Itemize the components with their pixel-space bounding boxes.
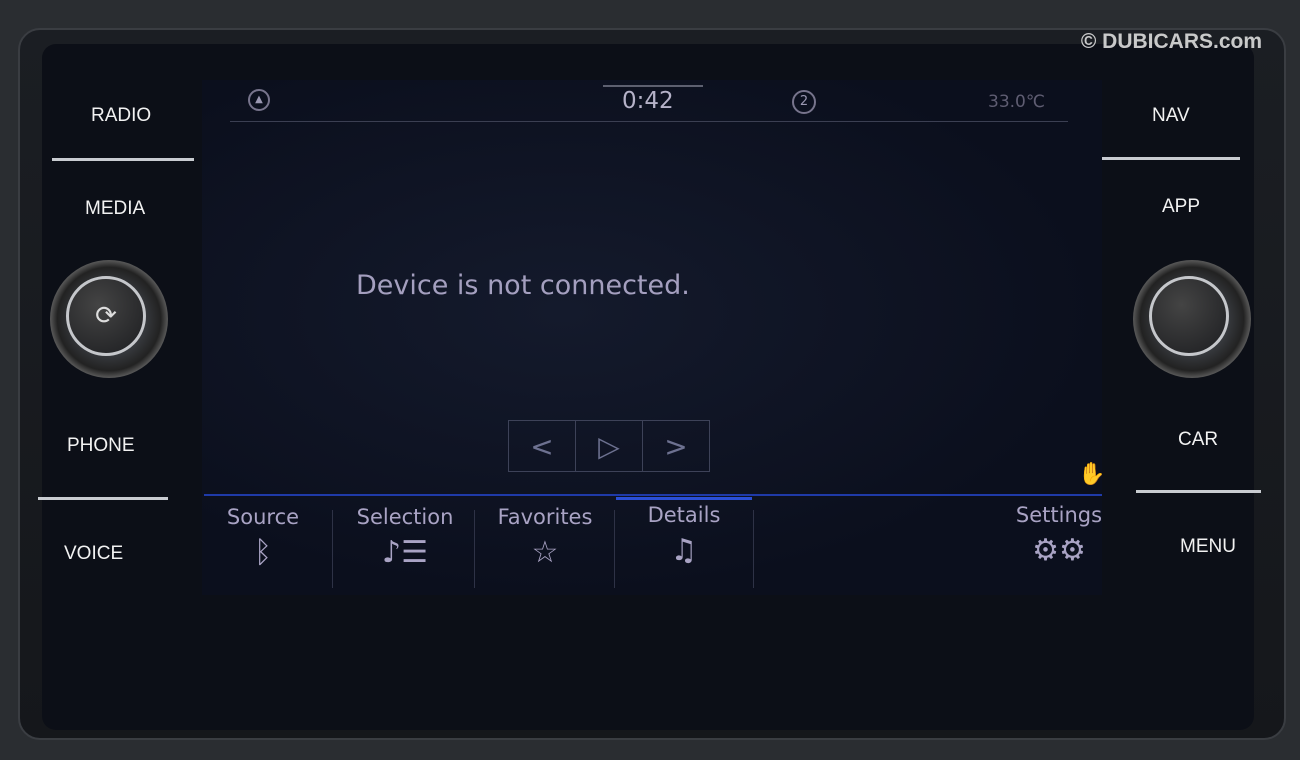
playlist-icon: ♪☰: [381, 535, 429, 570]
tab-source[interactable]: Source ᛒ: [222, 505, 304, 590]
divider: [1102, 157, 1240, 160]
tabbar-line: [204, 494, 1102, 496]
music-note-icon: ♫: [670, 533, 698, 568]
active-tab-indicator: [616, 497, 752, 500]
notification-badge[interactable]: 2: [792, 90, 816, 114]
tab-label: Details: [647, 503, 721, 527]
knob-cap: [1149, 276, 1229, 356]
temperature: 33.0℃: [988, 92, 1045, 112]
star-icon: ☆: [531, 535, 559, 570]
app-button[interactable]: APP: [1162, 196, 1200, 218]
divider: [753, 510, 754, 588]
playback-controls: < ▷ >: [508, 420, 710, 472]
tab-settings[interactable]: Settings ⚙⚙: [1012, 503, 1106, 588]
time-underline: [603, 85, 703, 87]
gears-icon: ⚙⚙: [1032, 533, 1086, 568]
tab-label: Source: [226, 505, 300, 529]
tab-details[interactable]: Details ♫: [640, 503, 728, 588]
car-button[interactable]: CAR: [1178, 429, 1218, 451]
previous-button[interactable]: <: [509, 421, 576, 471]
divider: [332, 510, 333, 588]
phone-button[interactable]: PHONE: [67, 435, 135, 457]
divider: [614, 510, 615, 588]
gesture-icon: ✋: [1078, 462, 1106, 487]
menu-button[interactable]: MENU: [1180, 536, 1236, 558]
voice-button[interactable]: VOICE: [64, 543, 123, 565]
nav-button[interactable]: NAV: [1152, 105, 1190, 127]
divider: [474, 510, 475, 588]
tab-label: Settings: [1015, 503, 1103, 527]
radio-button[interactable]: RADIO: [91, 105, 151, 127]
next-button[interactable]: >: [643, 421, 709, 471]
media-button[interactable]: MEDIA: [85, 198, 145, 220]
bluetooth-icon: ᛒ: [254, 535, 272, 570]
divider: [52, 158, 194, 161]
power-icon: ⟳: [66, 276, 146, 356]
divider: [38, 497, 168, 500]
tab-label: Favorites: [497, 505, 593, 529]
clock: 0:42: [622, 88, 674, 114]
tune-knob[interactable]: [1133, 260, 1251, 378]
navigation-arrow-icon[interactable]: ▲: [248, 89, 270, 111]
tab-label: Selection: [356, 505, 454, 529]
watermark: © DUBICARS.com: [1080, 30, 1262, 53]
status-message: Device is not connected.: [356, 270, 690, 301]
tab-selection[interactable]: Selection ♪☰: [352, 505, 458, 590]
play-button[interactable]: ▷: [576, 421, 643, 471]
volume-knob[interactable]: ⟳: [50, 260, 168, 378]
status-divider: [230, 121, 1068, 122]
divider: [1136, 490, 1261, 493]
tab-favorites[interactable]: Favorites ☆: [494, 505, 596, 590]
